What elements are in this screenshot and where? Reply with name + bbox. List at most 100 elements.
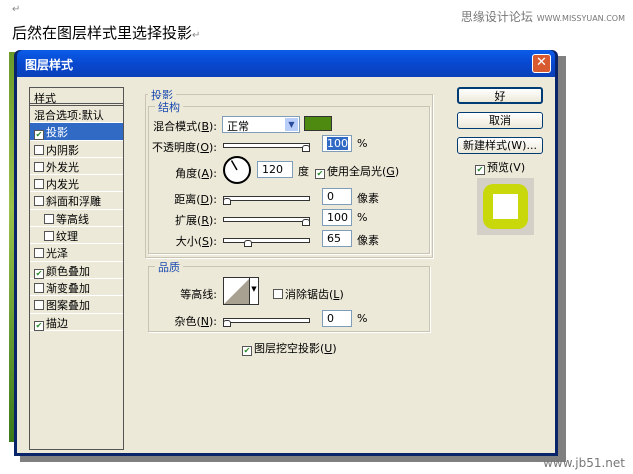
style-item-label: 渐变叠加 <box>46 281 90 295</box>
style-item-label: 投影 <box>46 126 68 140</box>
style-item-label: 颜色叠加 <box>46 264 90 278</box>
opacity-input[interactable]: 100 <box>322 135 352 152</box>
layer-style-dialog: 图层样式 ✕ 样式 混合选项:默认 ✔ 投影 内阴影 外发光 内发光 斜面和浮雕 等高线 纹理光… <box>14 50 558 456</box>
chevron-down-icon: ▼ <box>285 118 298 131</box>
style-item-label: 混合选项:默认 <box>34 109 104 122</box>
spread-slider[interactable] <box>223 217 310 226</box>
opacity-slider-thumb[interactable] <box>302 145 310 152</box>
styles-list: 样式 混合选项:默认 ✔ 投影 内阴影 外发光 内发光 斜面和浮雕 等高线 纹理 光泽 ✔ 颜色叠加渐… <box>29 87 124 450</box>
checkbox-unchecked[interactable] <box>34 144 44 155</box>
checkbox-checked[interactable]: ✔ <box>34 130 44 141</box>
checkbox-unchecked[interactable] <box>34 248 44 259</box>
angle-label: 角度(A): <box>175 167 217 180</box>
style-item-label: 斜面和浮雕 <box>46 195 101 209</box>
quality-title: 品质 <box>155 259 183 275</box>
checkbox-checked[interactable]: ✔ <box>315 169 325 179</box>
style-item-label: 图案叠加 <box>46 299 90 313</box>
close-button[interactable]: ✕ <box>532 54 551 73</box>
distance-label: 距离(D): <box>174 193 217 206</box>
distance-slider-thumb[interactable] <box>223 198 231 205</box>
angle-input[interactable]: 120 <box>257 161 293 178</box>
spread-unit: % <box>357 211 368 224</box>
style-item[interactable]: 混合选项:默认 <box>30 106 123 124</box>
style-item[interactable]: 外发光 <box>30 158 123 176</box>
style-item-label: 光泽 <box>46 247 68 261</box>
style-item[interactable]: 内阴影 <box>30 141 123 158</box>
watermark-top: 思缘设计论坛 WWW.MISSYUAN.COM <box>460 10 625 24</box>
style-item[interactable]: 渐变叠加 <box>30 279 123 297</box>
style-item-label: 描边 <box>46 316 68 330</box>
noise-slider-thumb[interactable] <box>223 320 231 327</box>
size-label: 大小(S): <box>175 235 217 248</box>
size-unit: 像素 <box>357 234 379 247</box>
contour-dropdown-icon[interactable]: ▼ <box>249 278 258 304</box>
style-item[interactable]: ✔ 颜色叠加 <box>30 262 123 279</box>
size-slider[interactable] <box>223 238 310 247</box>
opacity-slider[interactable] <box>223 143 310 152</box>
blend-mode-select[interactable]: 正常 ▼ <box>222 116 300 133</box>
checkbox-unchecked[interactable] <box>34 282 44 293</box>
style-item[interactable]: ✔ 投影 <box>30 123 123 141</box>
spread-input[interactable]: 100 <box>322 209 352 226</box>
contour-curve-icon <box>224 278 250 304</box>
style-item-label: 外发光 <box>46 160 79 174</box>
ok-button[interactable]: 好 <box>457 87 543 104</box>
noise-slider[interactable] <box>223 318 310 327</box>
checkbox-unchecked[interactable] <box>34 161 44 172</box>
contour-label: 等高线: <box>180 288 217 301</box>
style-item-label: 内发光 <box>46 178 79 192</box>
checkbox-unchecked[interactable] <box>34 196 44 207</box>
blend-mode-label: 混合模式(B): <box>153 120 217 133</box>
watermark-bottom: www.jb51.net <box>543 456 625 470</box>
distance-slider[interactable] <box>223 196 310 205</box>
spread-slider-thumb[interactable] <box>302 219 310 226</box>
styles-list-header: 样式 <box>30 88 123 106</box>
style-item[interactable]: ✔ 描边 <box>30 314 123 331</box>
style-item[interactable]: 图案叠加 <box>30 296 123 314</box>
structure-title: 结构 <box>155 99 183 115</box>
new-style-button[interactable]: 新建样式(W)... <box>457 137 543 154</box>
checkbox-unchecked[interactable] <box>44 213 54 224</box>
style-item[interactable]: 纹理 <box>30 227 123 245</box>
checkbox-unchecked[interactable] <box>273 289 283 299</box>
spread-label: 扩展(R): <box>175 214 217 227</box>
style-preview <box>477 178 534 235</box>
style-item-label: 等高线 <box>56 212 89 226</box>
checkbox-unchecked[interactable] <box>34 300 44 311</box>
distance-unit: 像素 <box>357 192 379 205</box>
noise-unit: % <box>357 312 368 325</box>
checkbox-unchecked[interactable] <box>34 179 44 190</box>
preview-thumbnail <box>483 184 528 229</box>
anti-aliased-checkbox[interactable]: 消除锯齿(L) <box>273 286 344 302</box>
shadow-color-swatch[interactable] <box>304 116 332 131</box>
checkbox-checked[interactable]: ✔ <box>34 320 44 331</box>
contour-picker[interactable]: ▼ <box>223 277 259 305</box>
style-item[interactable]: 内发光 <box>30 175 123 193</box>
style-item[interactable]: 斜面和浮雕 <box>30 192 123 210</box>
opacity-unit: % <box>357 137 368 150</box>
style-item-label: 纹理 <box>56 230 78 244</box>
paragraph-mark: ↵ <box>12 4 21 15</box>
title-bar[interactable]: 图层样式 ✕ <box>17 50 555 77</box>
checkbox-checked[interactable]: ✔ <box>242 346 252 356</box>
style-item-label: 内阴影 <box>46 143 79 157</box>
instruction-heading: 后然在图层样式里选择投影↵ <box>12 24 201 42</box>
preview-checkbox[interactable]: ✔ 预览(V) <box>475 159 525 175</box>
cancel-button[interactable]: 取消 <box>457 112 543 129</box>
size-input[interactable]: 65 <box>322 230 352 247</box>
dialog-title: 图层样式 <box>25 58 74 72</box>
distance-input[interactable]: 0 <box>322 188 352 205</box>
size-slider-thumb[interactable] <box>243 240 252 247</box>
angle-dial[interactable] <box>222 155 252 185</box>
style-item[interactable]: 光泽 <box>30 244 123 262</box>
angle-unit: 度 <box>298 165 309 178</box>
use-global-light-checkbox[interactable]: ✔ 使用全局光(G) <box>315 163 399 179</box>
noise-label: 杂色(N): <box>174 315 217 328</box>
style-item[interactable]: 等高线 <box>30 210 123 228</box>
checkbox-checked[interactable]: ✔ <box>34 268 44 279</box>
checkbox-unchecked[interactable] <box>44 231 54 242</box>
layer-knocks-out-checkbox[interactable]: ✔ 图层挖空投影(U) <box>242 340 337 356</box>
noise-input[interactable]: 0 <box>322 310 352 327</box>
checkbox-checked[interactable]: ✔ <box>475 165 485 175</box>
opacity-label: 不透明度(O): <box>152 141 217 154</box>
